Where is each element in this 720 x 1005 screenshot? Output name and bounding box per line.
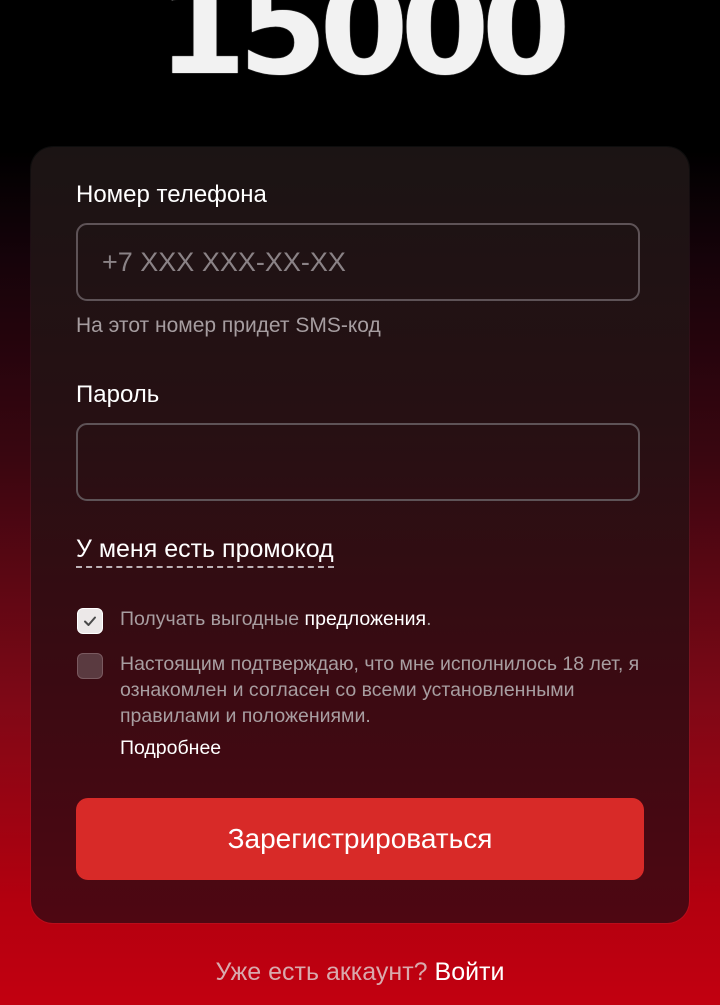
login-prompt: Уже есть аккаунт? Войти bbox=[0, 958, 720, 987]
checkmark-icon bbox=[84, 616, 96, 626]
phone-label: Номер телефона bbox=[76, 181, 267, 208]
promo-code-link[interactable]: У меня есть промокод bbox=[76, 535, 334, 568]
age-confirmation-checkbox[interactable] bbox=[77, 653, 103, 679]
offers-text: Получать выгодные bbox=[120, 608, 305, 630]
offers-consent-text: Получать выгодные предложения. bbox=[120, 606, 432, 632]
phone-hint: На этот номер придет SMS-код bbox=[76, 314, 381, 337]
password-label: Пароль bbox=[76, 381, 160, 408]
offers-period: . bbox=[426, 608, 432, 630]
bonus-amount-heading: 15000 bbox=[157, 0, 570, 104]
offers-checkbox[interactable] bbox=[77, 608, 103, 634]
more-details-link[interactable]: Подробнее bbox=[120, 737, 221, 760]
password-input[interactable] bbox=[76, 423, 640, 501]
account-question: Уже есть аккаунт? bbox=[215, 958, 435, 986]
phone-input[interactable] bbox=[76, 223, 640, 301]
register-button[interactable]: Зарегистрироваться bbox=[76, 798, 644, 880]
login-link[interactable]: Войти bbox=[435, 958, 505, 986]
offers-link[interactable]: предложения bbox=[305, 608, 427, 630]
age-confirmation-text: Настоящим подтверждаю, что мне исполнило… bbox=[120, 653, 640, 727]
